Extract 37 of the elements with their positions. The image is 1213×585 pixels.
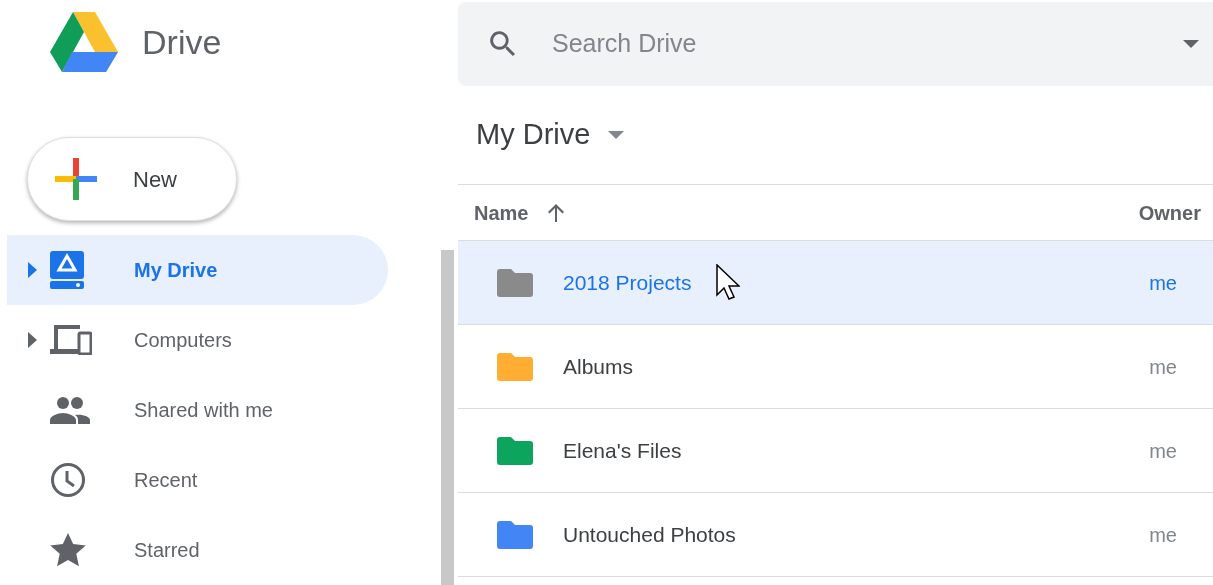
file-row[interactable]: Elena's Files me bbox=[458, 409, 1213, 493]
search-field[interactable]: Search Drive bbox=[552, 25, 1183, 63]
sidebar-item[interactable]: Recent bbox=[7, 445, 388, 515]
sidebar-item[interactable]: Starred bbox=[7, 515, 388, 585]
drive-logo-icon bbox=[50, 12, 118, 72]
owner-cell-text: me bbox=[1149, 438, 1177, 464]
clock-icon bbox=[50, 462, 86, 498]
sidebar-item[interactable]: Computers bbox=[7, 305, 388, 375]
owner-cell-text: me bbox=[1149, 354, 1177, 380]
plus-icon bbox=[55, 158, 97, 200]
column-header[interactable]: Owner bbox=[1138, 197, 1201, 228]
expand-caret-icon[interactable] bbox=[28, 332, 37, 348]
dropdown-caret-icon bbox=[1183, 40, 1199, 48]
owner-cell-text: me bbox=[1149, 270, 1177, 296]
app-title: Drive bbox=[142, 21, 222, 63]
file-name: Untouched Photos bbox=[563, 521, 736, 548]
file-name: 2018 Projects bbox=[563, 269, 692, 296]
dropdown-caret-icon[interactable] bbox=[608, 131, 625, 139]
mouse-pointer-icon bbox=[716, 264, 740, 300]
file-name: Elena's Files bbox=[563, 437, 682, 464]
sidebar-item[interactable]: My Drive bbox=[7, 235, 388, 305]
file-row[interactable]: 2018 Projects me bbox=[458, 241, 1213, 325]
owner-cell-text: me bbox=[1149, 522, 1177, 548]
column-header[interactable]: Name bbox=[474, 197, 529, 228]
location-title[interactable]: My Drive bbox=[476, 113, 591, 157]
file-row[interactable]: Albums me bbox=[458, 325, 1213, 409]
scrollbar[interactable] bbox=[441, 250, 454, 585]
file-row[interactable]: Untouched Photos me bbox=[458, 493, 1213, 577]
sidebar-item[interactable]: Shared with me bbox=[7, 375, 388, 445]
laptop-phone-icon bbox=[50, 325, 92, 355]
star-icon bbox=[50, 533, 86, 567]
new-button[interactable]: New bbox=[27, 137, 237, 221]
file-name: Albums bbox=[563, 353, 634, 380]
expand-caret-icon[interactable] bbox=[28, 262, 37, 278]
search-bar[interactable]: Search Drive bbox=[458, 2, 1213, 86]
drive-storage-icon bbox=[50, 251, 84, 289]
people-icon bbox=[50, 396, 90, 424]
